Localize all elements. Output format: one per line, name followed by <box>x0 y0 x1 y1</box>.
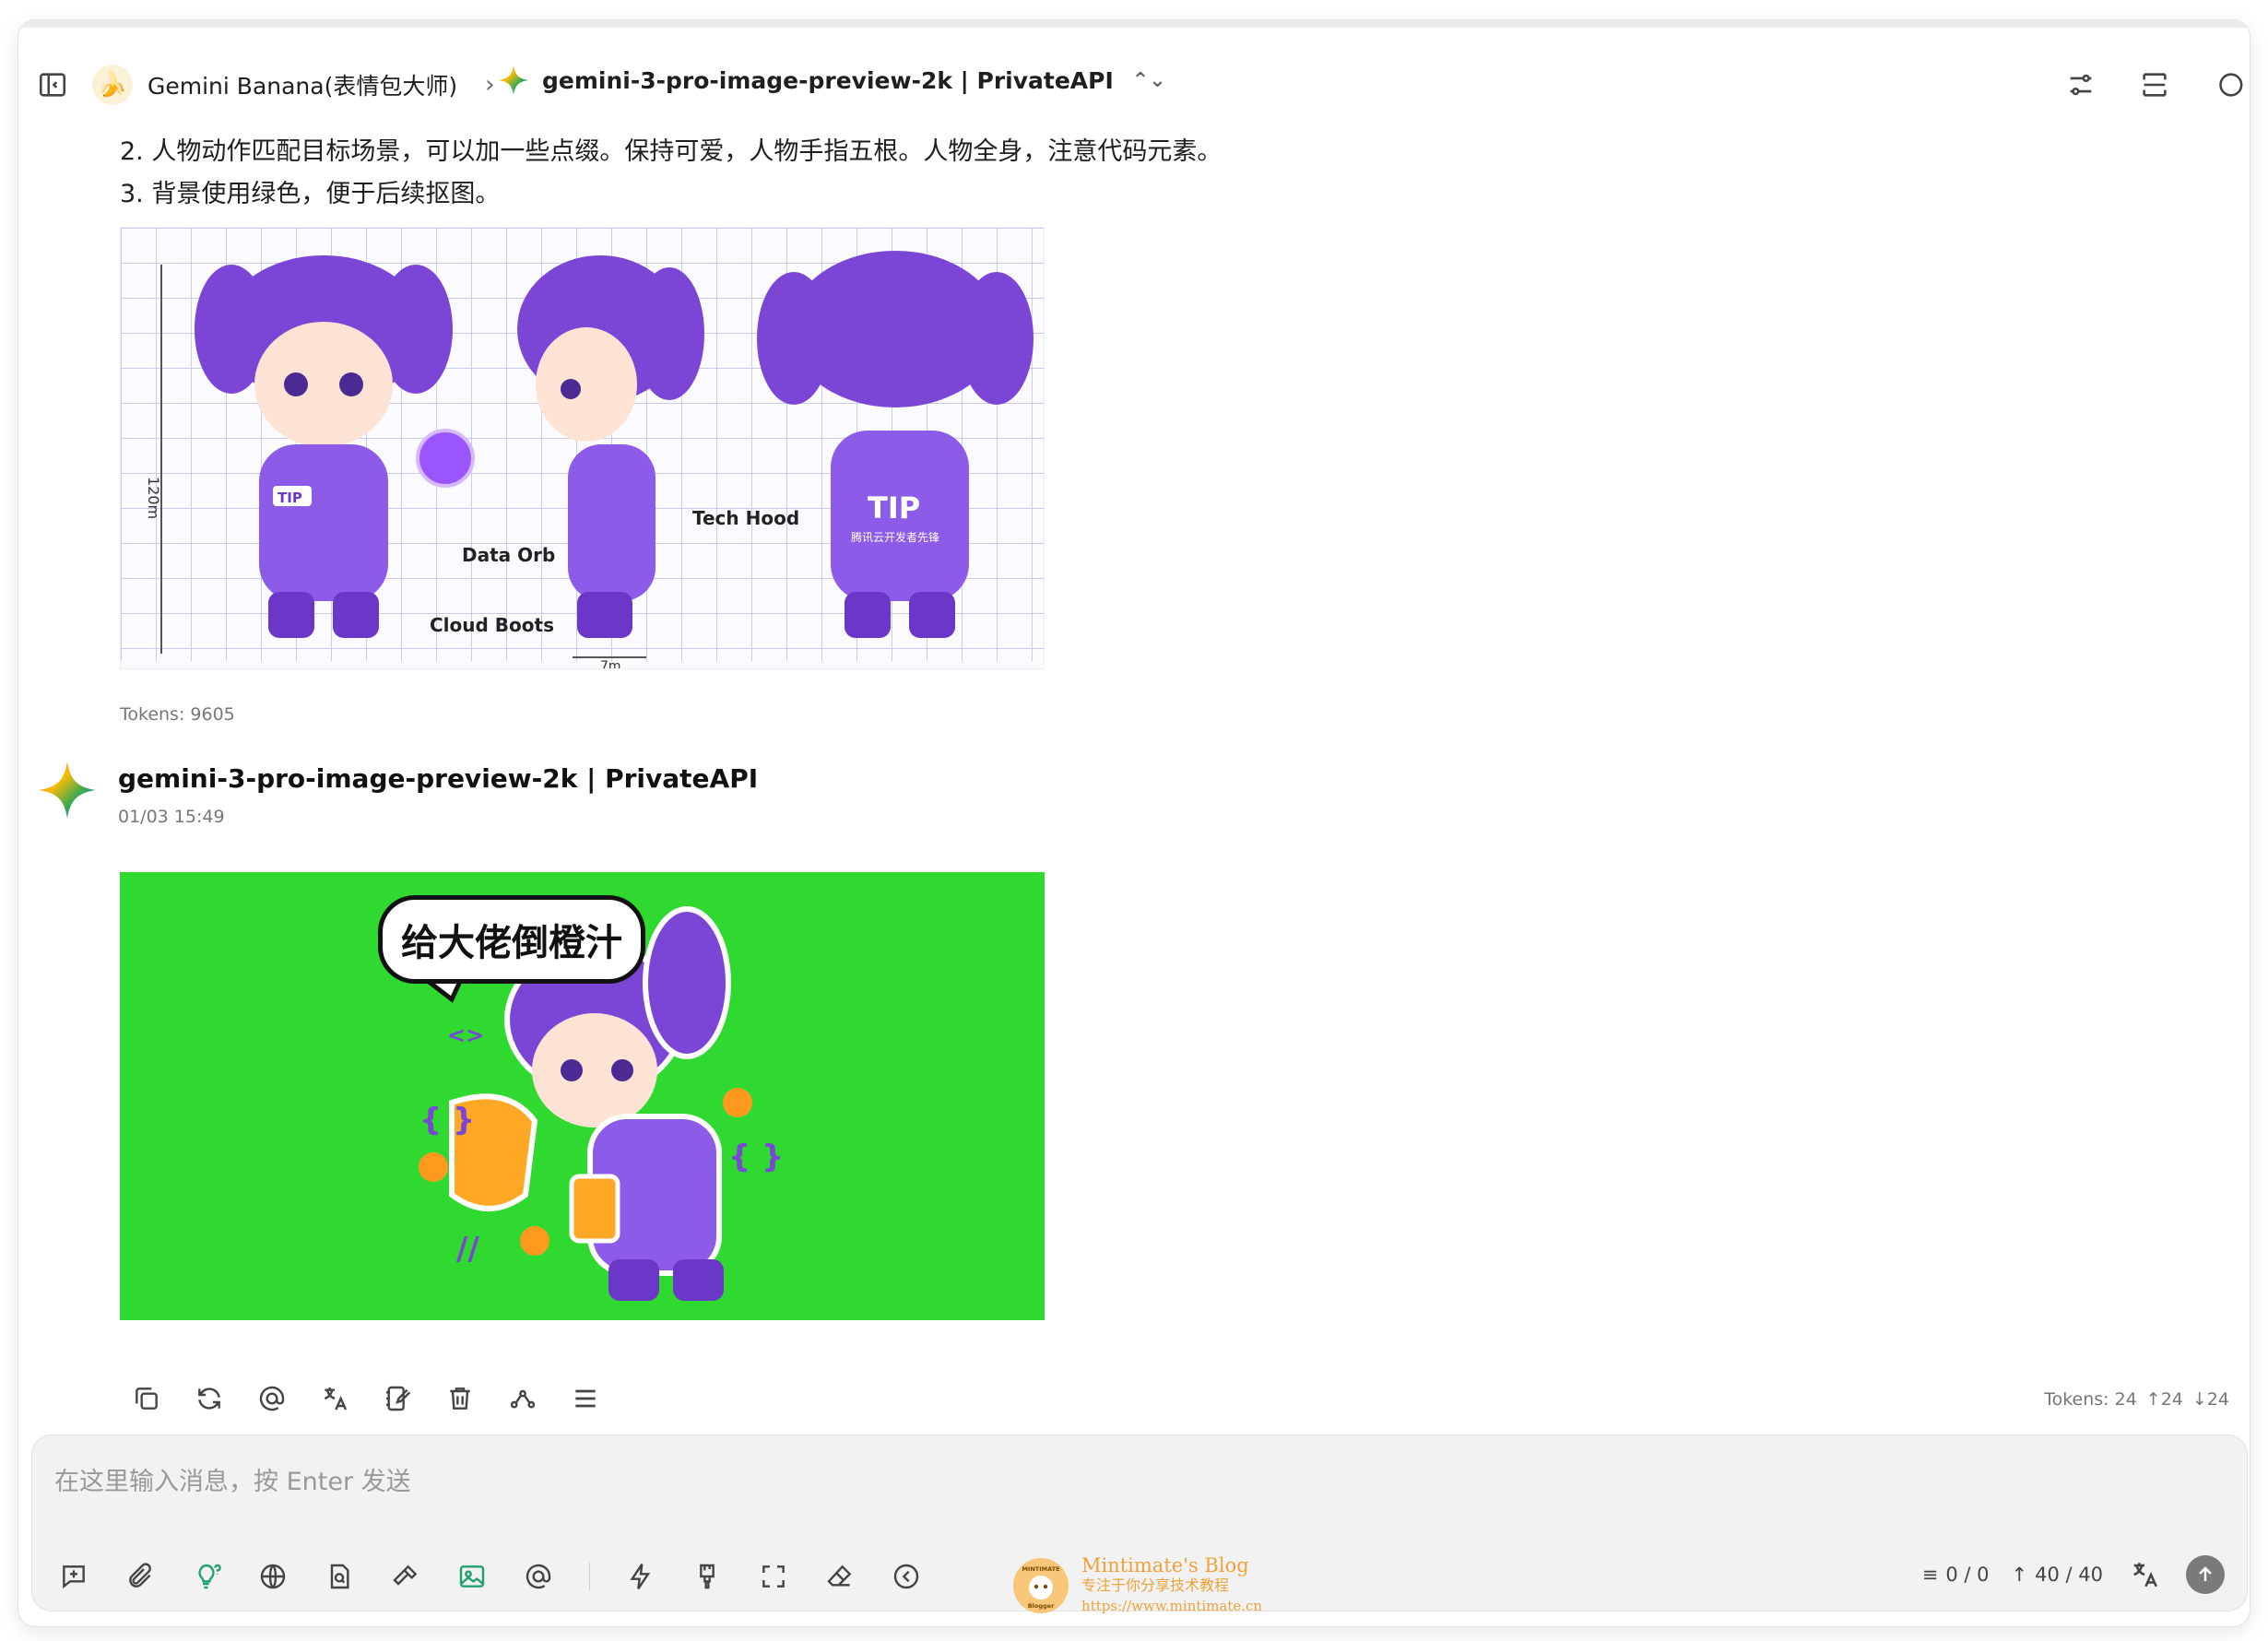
blog-logo-text: MINTIMATE <box>1022 1565 1059 1573</box>
translate-icon[interactable] <box>315 1379 354 1418</box>
edit-notes-icon[interactable] <box>378 1379 417 1418</box>
character-sheet-graphic: 120m TIP Data Orb Cloud Boots Tech Hood … <box>121 228 1044 669</box>
top-bar: 🍌 Gemini Banana(表情包大师) › gemini-3-pro-im… <box>18 39 2250 131</box>
more-menu-icon[interactable] <box>566 1379 605 1418</box>
tokens-down: ↓24 <box>2191 1389 2229 1410</box>
tokens-up: ↑24 <box>2145 1389 2183 1410</box>
regenerate-icon[interactable] <box>190 1379 229 1418</box>
assistant-name: Gemini Banana(表情包大师) <box>148 73 458 100</box>
translate-input-icon[interactable] <box>2125 1555 2164 1594</box>
tokens-total: Tokens: 24 <box>2044 1389 2137 1410</box>
search-icon[interactable] <box>2207 64 2250 106</box>
prompt-item: 3. 背景使用绿色，便于后续抠图。 <box>120 180 501 208</box>
prompt-item: 2. 人物动作匹配目标场景，可以加一些点缀。保持可爱，人物手指五根。人物全身，注… <box>120 137 1223 166</box>
collapse-arrow-icon[interactable] <box>887 1557 926 1596</box>
sticker-speech-bubble: 给大佬倒橙汁 <box>378 895 645 984</box>
model-selector[interactable]: gemini-3-pro-image-preview-2k | PrivateA… <box>498 65 1166 96</box>
mention-icon[interactable] <box>253 1379 291 1418</box>
assistant-model-name: gemini-3-pro-image-preview-2k | PrivateA… <box>118 763 759 794</box>
blog-logo-sub: Blogger <box>1028 1602 1055 1610</box>
svg-text:{ }: { } <box>419 1102 475 1139</box>
chat-area: 1. 图片中包含人物表情，请参考人物设定图。 2. 人物动作匹配目标场景，可以加… <box>18 20 2250 1412</box>
blog-watermark: MINTIMATE Blogger Mintimate's Blog 专注于你分… <box>1013 1555 1262 1616</box>
back-badge-label: TIP <box>868 490 920 525</box>
image-generation-icon[interactable] <box>453 1557 491 1596</box>
token-count: 40 / 40 <box>2035 1564 2103 1586</box>
svg-text:{ }: { } <box>728 1139 784 1175</box>
prompt-list: 2. 人物动作匹配目标场景，可以加一些点缀。保持可爱，人物手指五根。人物全身，注… <box>120 131 1222 216</box>
back-text-label: 腾讯云开发者先锋 <box>851 530 939 544</box>
gemini-model-icon <box>499 65 528 95</box>
sidebar-toggle-icon[interactable] <box>31 64 74 106</box>
settings-sliders-icon[interactable] <box>2060 64 2102 106</box>
quick-phrase-lightning-icon[interactable] <box>621 1557 660 1596</box>
updown-chevron-icon: ⌃⌄ <box>1131 68 1166 92</box>
assistant-selector[interactable]: 🍌 Gemini Banana(表情包大师) › <box>92 65 495 105</box>
svg-text:<>: <> <box>447 1022 484 1048</box>
clear-brush-icon[interactable] <box>688 1557 726 1596</box>
assistant-message-time: 01/03 15:49 <box>118 807 225 827</box>
badge-label: TIP <box>278 490 302 506</box>
user-tokens: Tokens: 9605 <box>120 704 235 725</box>
copy-icon[interactable] <box>127 1379 166 1418</box>
gemini-sparkle-icon <box>35 758 100 822</box>
mention-model-icon[interactable] <box>519 1557 558 1596</box>
web-search-globe-icon[interactable] <box>254 1557 292 1596</box>
layout-toggle-icon[interactable] <box>2133 64 2176 106</box>
chevron-right-icon: › <box>485 71 495 99</box>
message-actions <box>127 1379 605 1418</box>
header-actions <box>2060 64 2250 106</box>
eraser-icon[interactable] <box>821 1557 859 1596</box>
input-toolbar <box>54 1557 926 1596</box>
input-right-tools: ≡ 0 / 0 ↑ 40 / 40 <box>1922 1555 2225 1594</box>
tech-hood-label: Tech Hood <box>692 507 799 529</box>
assistant-message-header: gemini-3-pro-image-preview-2k | PrivateA… <box>35 758 758 827</box>
height-label: 120m <box>145 477 162 519</box>
new-topic-icon[interactable] <box>54 1557 93 1596</box>
send-button[interactable] <box>2186 1555 2225 1594</box>
banana-avatar-icon: 🍌 <box>92 65 133 105</box>
arrow-up-icon: ↑ <box>2011 1564 2028 1586</box>
message-input[interactable] <box>54 1463 1714 1500</box>
thinking-bulb-icon[interactable] <box>187 1557 226 1596</box>
message-input-box: MINTIMATE Blogger Mintimate's Blog 专注于你分… <box>31 1434 2248 1614</box>
delete-icon[interactable] <box>441 1379 479 1418</box>
width-label: 7m <box>600 659 621 669</box>
context-list-icon: ≡ <box>1921 1564 1939 1586</box>
knowledge-base-icon[interactable] <box>320 1557 359 1596</box>
arrow-up-send-icon <box>2199 1566 2212 1581</box>
data-orb-label: Data Orb <box>462 544 555 566</box>
branch-icon[interactable] <box>503 1379 542 1418</box>
blog-url: https://www.mintimate.cn <box>1081 1598 1263 1614</box>
generated-image[interactable]: { } { } <> // 给大佬倒橙汁 <box>120 872 1045 1320</box>
toolbar-divider <box>589 1563 590 1590</box>
svg-text://: // <box>456 1231 479 1268</box>
app-window: 1. 图片中包含人物表情，请参考人物设定图。 2. 人物动作匹配目标场景，可以加… <box>18 20 2250 1626</box>
tool-hammer-icon[interactable] <box>386 1557 425 1596</box>
context-count: 0 / 0 <box>1945 1564 1990 1586</box>
assistant-tokens: Tokens: 24 ↑24 ↓24 <box>2044 1389 2229 1410</box>
blog-logo-icon: MINTIMATE Blogger <box>1013 1558 1069 1613</box>
context-counter[interactable]: ≡ 0 / 0 <box>1922 1564 1990 1586</box>
token-counter[interactable]: ↑ 40 / 40 <box>2012 1564 2103 1586</box>
attachment-icon[interactable] <box>121 1557 159 1596</box>
reference-image[interactable]: 120m TIP Data Orb Cloud Boots Tech Hood … <box>120 227 1045 669</box>
blog-title: Mintimate's Blog <box>1081 1554 1249 1576</box>
blog-subtitle: 专注于你分享技术教程 <box>1081 1576 1230 1594</box>
fullscreen-icon[interactable] <box>754 1557 793 1596</box>
model-name: gemini-3-pro-image-preview-2k | PrivateA… <box>542 66 1114 94</box>
cloud-boots-label: Cloud Boots <box>430 614 554 636</box>
